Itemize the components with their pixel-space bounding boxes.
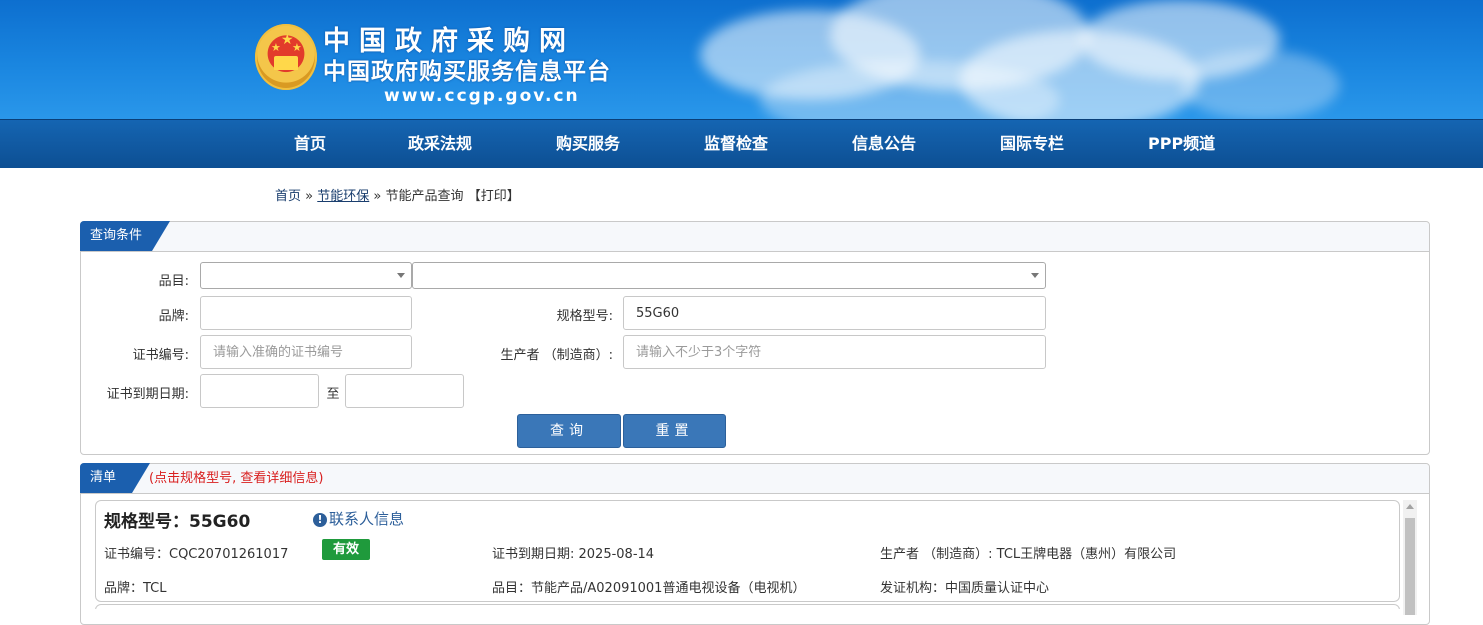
print-link[interactable]: 【打印】 — [468, 189, 520, 204]
category: 品目：节能产品/A02091001普通电视设备（电视机） — [492, 581, 806, 596]
manufacturer: 生产者 （制造商）: TCL王牌电器（惠州）有限公司 — [880, 547, 1177, 562]
expiry-label: 证书到期日期: — [106, 387, 189, 402]
search-button[interactable]: 查询 — [517, 414, 621, 448]
nav-ppp[interactable]: PPP频道 — [1148, 120, 1215, 168]
breadcrumb-home[interactable]: 首页 — [275, 189, 301, 204]
info-icon: ! — [313, 513, 327, 527]
breadcrumb-separator: » — [373, 189, 382, 204]
results-tab: 清单 — [80, 463, 150, 493]
nav-announcements[interactable]: 信息公告 — [852, 120, 916, 168]
cert-no-input[interactable] — [200, 335, 412, 369]
model-input[interactable] — [623, 296, 1046, 330]
results-scrollbar[interactable] — [1403, 500, 1417, 615]
maker-label: 生产者 （制造商）: — [500, 348, 613, 363]
query-panel: 查询条件 品目: 品牌: 规格型号: 证书编号: 生产者 （制造商）: 证书到期… — [80, 221, 1430, 455]
national-emblem-icon: ★ ★ ★ — [255, 24, 317, 90]
nav-purchase-services[interactable]: 购买服务 — [556, 120, 620, 168]
scroll-up-arrow-icon[interactable] — [1406, 504, 1414, 509]
site-title: 中国政府采购网 — [323, 26, 575, 57]
site-subtitle: 中国政府购买服务信息平台 — [323, 59, 611, 85]
brand-input[interactable] — [200, 296, 412, 330]
breadcrumb: 首页 » 节能环保 » 节能产品查询 【打印】 — [275, 185, 520, 204]
model-label: 规格型号: — [556, 309, 613, 324]
model-link[interactable]: 规格型号：55G60 — [104, 507, 250, 532]
breadcrumb-separator: » — [305, 189, 314, 204]
query-panel-header: 查询条件 — [81, 222, 1429, 252]
maker-input[interactable] — [623, 335, 1046, 369]
list-item — [95, 604, 1400, 609]
brand: 品牌：TCL — [104, 581, 167, 596]
chevron-down-icon — [397, 273, 405, 278]
main-nav: 首页 政采法规 购买服务 监督检查 信息公告 国际专栏 PPP频道 — [0, 119, 1483, 168]
results-hint: (点击规格型号, 查看详细信息) — [149, 471, 324, 486]
expiry-to-input[interactable] — [345, 374, 464, 408]
results-panel-header: 清单 (点击规格型号, 查看详细信息) — [81, 464, 1429, 494]
breadcrumb-section[interactable]: 节能环保 — [317, 189, 369, 204]
category-select[interactable] — [200, 262, 412, 289]
reset-button[interactable]: 重置 — [623, 414, 726, 448]
status-badge: 有效 — [322, 539, 370, 560]
contact-info-label: 联系人信息 — [329, 510, 405, 528]
nav-procurement-law[interactable]: 政采法规 — [408, 120, 472, 168]
query-tab: 查询条件 — [80, 221, 170, 251]
expiry-to-separator: 至 — [326, 387, 340, 402]
cert-no-label: 证书编号: — [132, 348, 189, 363]
nav-home[interactable]: 首页 — [294, 120, 326, 168]
issuer: 发证机构：中国质量认证中心 — [880, 581, 1050, 596]
results-panel: 清单 (点击规格型号, 查看详细信息) 规格型号：55G60 ! 联系人信息 证书… — [80, 463, 1430, 625]
brand-label: 品牌: — [158, 309, 189, 324]
nav-supervision[interactable]: 监督检查 — [704, 120, 768, 168]
cert-expiry: 证书到期日期: 2025-08-14 — [492, 547, 655, 562]
list-item: 规格型号：55G60 ! 联系人信息 证书编号：CQC20701261017 有效… — [95, 500, 1400, 602]
category-label: 品目: — [158, 274, 189, 289]
results-list: 规格型号：55G60 ! 联系人信息 证书编号：CQC20701261017 有效… — [81, 494, 1427, 609]
scroll-thumb[interactable] — [1405, 518, 1415, 615]
nav-international[interactable]: 国际专栏 — [1000, 120, 1064, 168]
expiry-from-input[interactable] — [200, 374, 319, 408]
site-url: www.ccgp.gov.cn — [384, 86, 580, 106]
cert-no: 证书编号：CQC20701261017 — [104, 547, 289, 562]
chevron-down-icon — [1031, 273, 1039, 278]
breadcrumb-current: 节能产品查询 — [385, 189, 464, 204]
site-banner: ★ ★ ★ 中国政府采购网 中国政府购买服务信息平台 www.ccgp.gov.… — [0, 0, 1483, 119]
contact-info-link[interactable]: ! 联系人信息 — [313, 508, 404, 529]
category-sub-select[interactable] — [412, 262, 1046, 289]
